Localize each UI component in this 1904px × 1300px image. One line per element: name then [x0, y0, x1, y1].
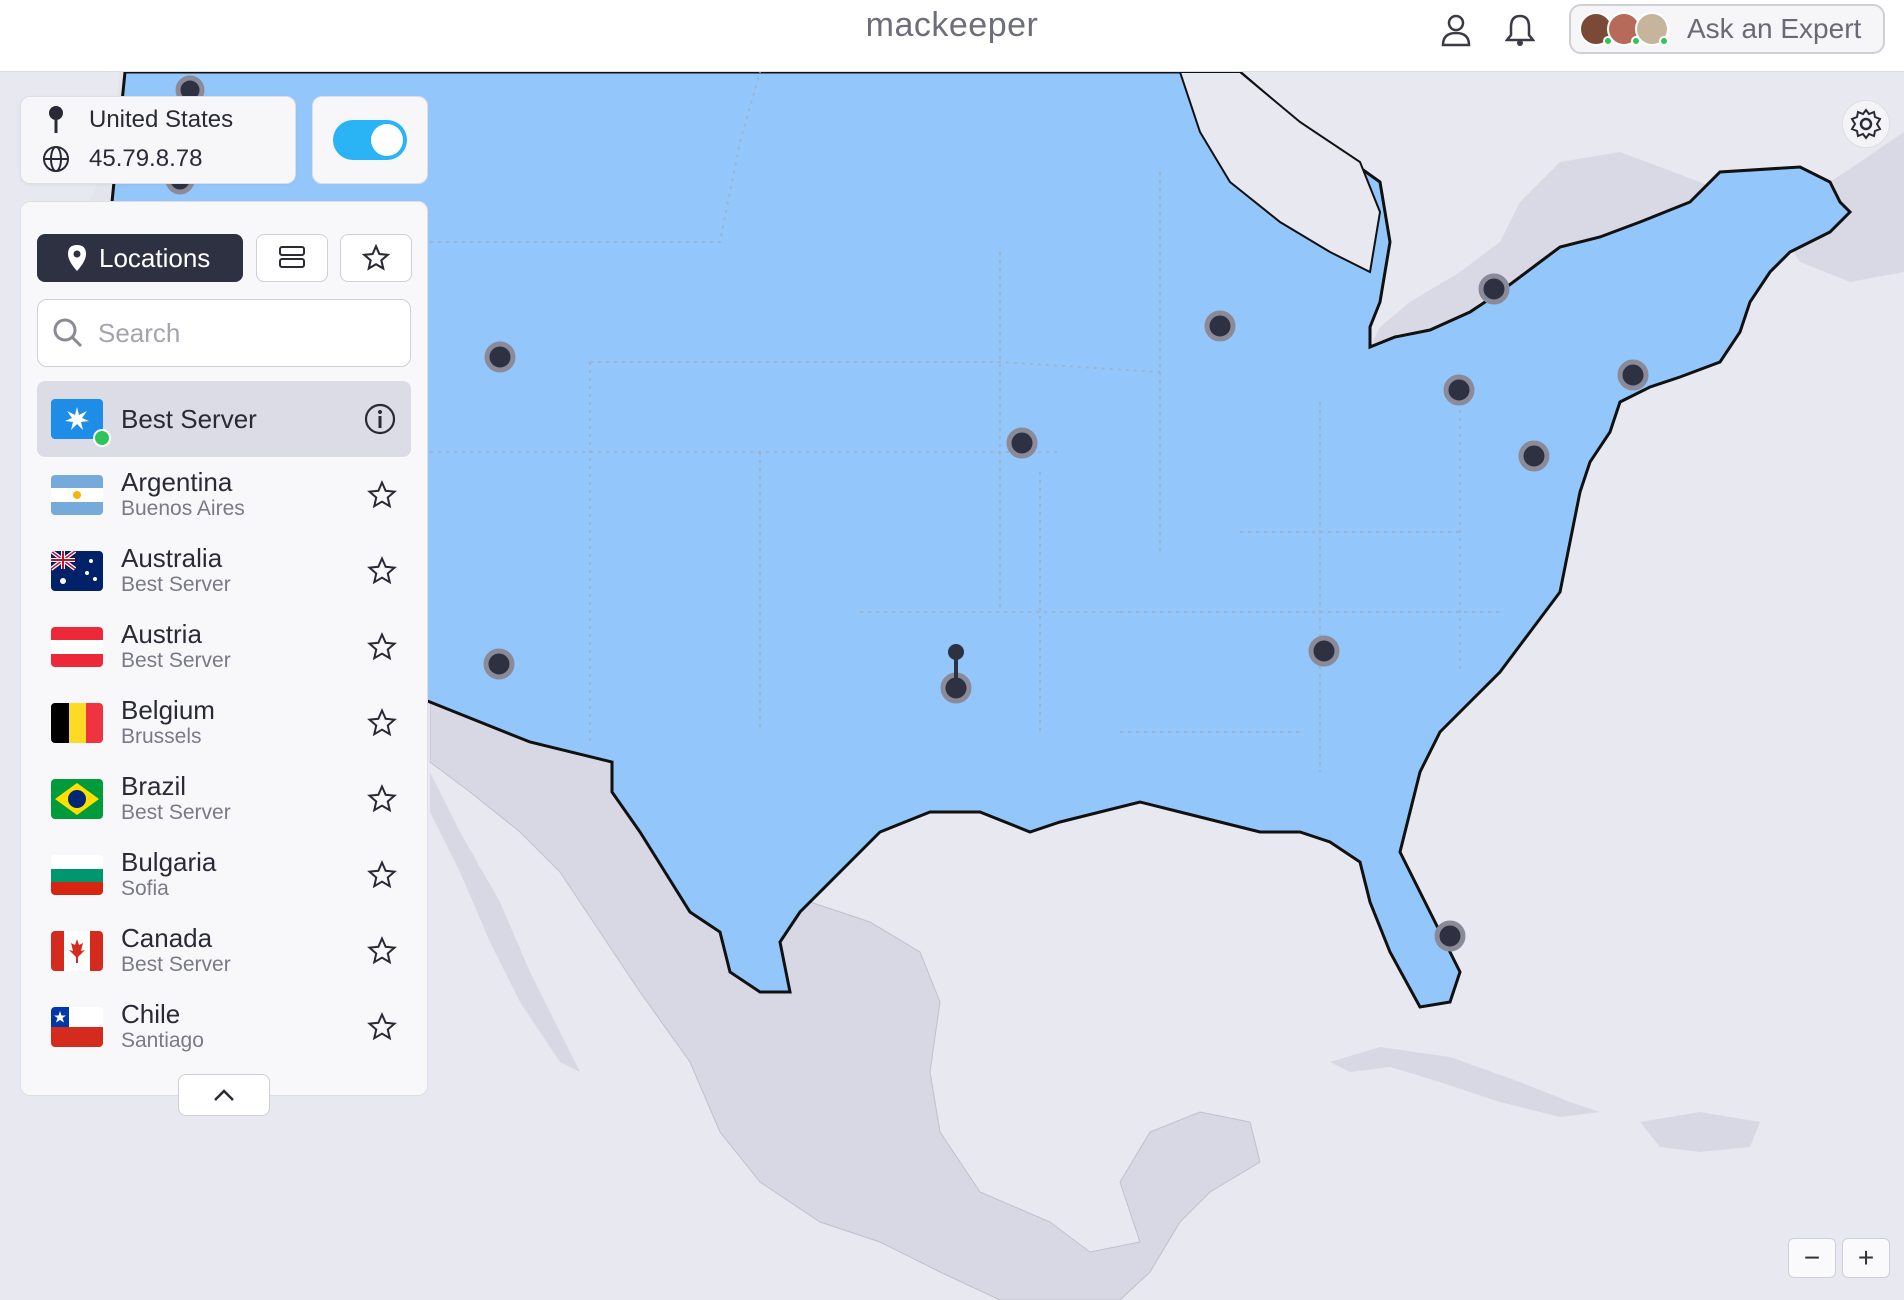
tab-favorites[interactable]	[340, 234, 412, 282]
ip-value: 45.79.8.78	[89, 145, 203, 172]
country-city: Best Server	[121, 953, 231, 976]
list-item-canada[interactable]: Canada Best Server	[37, 913, 411, 989]
favorite-star-icon[interactable]	[367, 480, 397, 510]
chile-flag-icon	[51, 1007, 103, 1047]
location-pin-icon	[67, 244, 87, 272]
collapse-panel-button[interactable]	[178, 1074, 270, 1116]
country-name: Brazil	[121, 771, 187, 801]
favorite-star-icon[interactable]	[367, 708, 397, 738]
search-field[interactable]	[37, 299, 411, 367]
favorite-star-icon[interactable]	[367, 784, 397, 814]
country-name: Bulgaria	[121, 847, 217, 877]
tab-locations-label: Locations	[99, 242, 211, 273]
best-server-icon	[51, 399, 111, 447]
list-item-chile[interactable]: Chile Santiago	[37, 989, 411, 1065]
country-city: Best Server	[121, 573, 231, 596]
country-city: Best Server	[121, 649, 231, 672]
vpn-toggle-card	[312, 96, 428, 184]
zoom-out-button[interactable]: −	[1788, 1238, 1836, 1278]
australia-flag-icon	[51, 551, 103, 591]
country-name: Chile	[121, 999, 181, 1029]
location-list: Best Server Argentina Buenos Aires Austr	[37, 381, 411, 1065]
favorite-star-icon[interactable]	[367, 860, 397, 890]
country-city: Best Server	[121, 801, 231, 824]
country-name: Australia	[121, 543, 223, 573]
pin-icon	[39, 105, 73, 135]
list-item-best-server[interactable]: Best Server	[37, 381, 411, 457]
info-icon[interactable]	[363, 402, 397, 436]
country-name: Canada	[121, 923, 213, 953]
globe-ip-icon	[39, 145, 73, 173]
list-item-brazil[interactable]: Brazil Best Server	[37, 761, 411, 837]
connected-status-dot	[93, 429, 111, 447]
server-list-icon	[279, 246, 305, 268]
favorite-star-icon[interactable]	[367, 556, 397, 586]
favorite-star-icon[interactable]	[367, 1012, 397, 1042]
belgium-flag-icon	[51, 703, 103, 743]
settings-button[interactable]	[1842, 100, 1890, 148]
locations-panel: Locations Best Server	[20, 201, 428, 1096]
vpn-toggle[interactable]	[333, 120, 407, 160]
top-bar: mackeeper Ask an Expert	[0, 0, 1904, 72]
brazil-flag-icon	[51, 779, 103, 819]
list-item-bulgaria[interactable]: Bulgaria Sofia	[37, 837, 411, 913]
ask-expert-button[interactable]: Ask an Expert	[1569, 4, 1885, 54]
country-name: Argentina	[121, 467, 233, 497]
country-city: Santiago	[121, 1029, 204, 1052]
austria-flag-icon	[51, 627, 103, 667]
canada-flag-icon	[51, 931, 103, 971]
search-icon	[52, 317, 84, 349]
list-item-austria[interactable]: Austria Best Server	[37, 609, 411, 685]
tab-servers[interactable]	[256, 234, 328, 282]
country-city: Brussels	[121, 725, 202, 748]
favorite-star-icon[interactable]	[367, 632, 397, 662]
zoom-in-button[interactable]: +	[1842, 1238, 1890, 1278]
search-input[interactable]	[98, 317, 388, 349]
location-row: United States	[39, 105, 233, 135]
tab-locations[interactable]: Locations	[37, 234, 243, 282]
country-name: Belgium	[121, 695, 215, 725]
country-city: Buenos Aires	[121, 497, 245, 520]
list-item-belgium[interactable]: Belgium Brussels	[37, 685, 411, 761]
country-name: Austria	[121, 619, 202, 649]
chevron-up-icon	[214, 1089, 234, 1101]
bell-icon[interactable]	[1500, 10, 1540, 50]
user-icon[interactable]	[1436, 10, 1476, 50]
star-icon	[362, 244, 390, 271]
country-city: Sofia	[121, 877, 169, 900]
list-item-australia[interactable]: Australia Best Server	[37, 533, 411, 609]
favorite-star-icon[interactable]	[367, 936, 397, 966]
gear-icon	[1850, 108, 1882, 140]
location-value: United States	[89, 106, 234, 133]
expert-avatars	[1579, 12, 1669, 46]
ip-row: 45.79.8.78	[39, 145, 202, 173]
best-server-label: Best Server	[121, 404, 257, 434]
ask-expert-label: Ask an Expert	[1687, 13, 1862, 44]
avatar	[1635, 12, 1669, 46]
bulgaria-flag-icon	[51, 855, 103, 895]
argentina-flag-icon	[51, 475, 103, 515]
connection-info-card: United States 45.79.8.78	[20, 96, 296, 184]
list-item-argentina[interactable]: Argentina Buenos Aires	[37, 457, 411, 533]
